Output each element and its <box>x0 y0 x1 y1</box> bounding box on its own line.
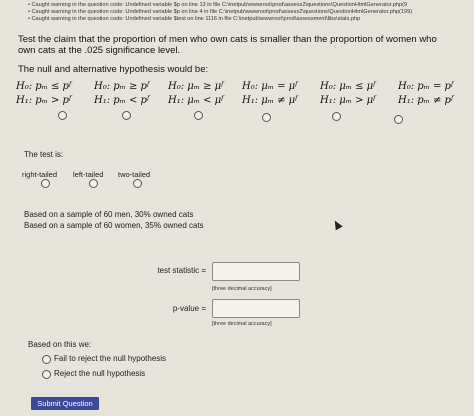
test-statistic-input[interactable] <box>212 262 300 281</box>
sample-men-text: Based on a sample of 60 men, 30% owned c… <box>24 210 194 219</box>
fail-to-reject-option[interactable]: Fail to reject the null hypothesis <box>42 354 167 364</box>
two-tailed-radio[interactable] <box>133 179 142 188</box>
hypothesis-option: H₀: pₘ = pᶠ H₁: pₘ ≠ pᶠ <box>398 80 453 108</box>
reject-radio[interactable] <box>42 370 51 379</box>
warning-list: Caught warning in the question code: Und… <box>28 2 474 24</box>
fail-to-reject-radio[interactable] <box>42 355 51 364</box>
alt-hypothesis: H₁: pₘ < pᶠ <box>94 95 150 106</box>
tail-option-right: right-tailed <box>22 170 58 179</box>
test-statistic-label: test statistic = <box>157 266 206 275</box>
fail-to-reject-label: Fail to reject the null hypothesis <box>54 354 167 363</box>
hypothesis-radio-4[interactable] <box>262 113 271 122</box>
mouse-cursor-icon <box>331 218 343 231</box>
hypothesis-option: H₀: μₘ ≤ μᶠ H₁: μₘ > μᶠ <box>320 80 375 108</box>
left-tailed-radio[interactable] <box>89 179 98 188</box>
tail-option-two: two-tailed <box>118 170 151 179</box>
accuracy-hint: [three decimal accuracy] <box>212 321 272 327</box>
warning-item: Caught warning in the question code: Und… <box>28 9 474 16</box>
question-claim: Test the claim that the proportion of me… <box>18 34 437 56</box>
reject-option[interactable]: Reject the null hypothesis <box>42 369 146 379</box>
null-hypothesis: H₀: pₘ ≥ pᶠ <box>94 81 150 92</box>
tail-option-left: left-tailed <box>73 170 104 179</box>
conclusion-label: Based on this we: <box>28 340 92 349</box>
accuracy-hint: [three decimal accuracy] <box>212 286 272 292</box>
null-hypothesis: H₀: μₘ ≤ μᶠ <box>320 81 376 92</box>
warning-item: Caught warning in the question code: Und… <box>28 2 474 9</box>
hypothesis-radio-1[interactable] <box>58 111 67 120</box>
null-hypothesis: H₀: pₘ ≤ pᶠ <box>16 81 72 92</box>
null-hypothesis: H₀: pₘ = pᶠ <box>398 81 454 92</box>
alt-hypothesis: H₁: pₘ ≠ pᶠ <box>398 95 454 106</box>
submit-question-button[interactable]: Submit Question <box>31 397 99 410</box>
reject-label: Reject the null hypothesis <box>54 369 146 378</box>
null-hypothesis: H₀: μₘ = μᶠ <box>242 81 298 92</box>
hypothesis-option: H₀: μₘ = μᶠ H₁: μₘ ≠ μᶠ <box>242 80 297 108</box>
alt-hypothesis: H₁: μₘ > μᶠ <box>320 95 376 106</box>
hypothesis-radio-2[interactable] <box>122 111 131 120</box>
hypothesis-option: H₀: μₘ ≥ μᶠ H₁: μₘ < μᶠ <box>168 80 223 108</box>
test-type-label: The test is: <box>24 150 64 159</box>
sample-women-text: Based on a sample of 60 women, 35% owned… <box>24 221 204 230</box>
null-hypothesis: H₀: μₘ ≥ μᶠ <box>168 81 224 92</box>
pvalue-label: p-value = <box>172 304 206 313</box>
alt-hypothesis: H₁: μₘ < μᶠ <box>168 95 224 106</box>
alt-hypothesis: H₁: μₘ ≠ μᶠ <box>242 95 298 106</box>
hypothesis-radio-3[interactable] <box>194 111 203 120</box>
hypothesis-radio-6[interactable] <box>394 115 403 124</box>
hypotheses-title: The null and alternative hypothesis woul… <box>18 64 209 75</box>
alt-hypothesis: H₁: pₘ > pᶠ <box>16 95 72 106</box>
hypothesis-option: H₀: pₘ ≤ pᶠ H₁: pₘ > pᶠ <box>16 80 71 108</box>
hypothesis-option: H₀: pₘ ≥ pᶠ H₁: pₘ < pᶠ <box>94 80 149 108</box>
warning-item: Caught warning in the question code: Und… <box>28 16 474 23</box>
pvalue-input[interactable] <box>212 299 300 318</box>
hypothesis-radio-5[interactable] <box>332 112 341 121</box>
right-tailed-radio[interactable] <box>41 179 50 188</box>
